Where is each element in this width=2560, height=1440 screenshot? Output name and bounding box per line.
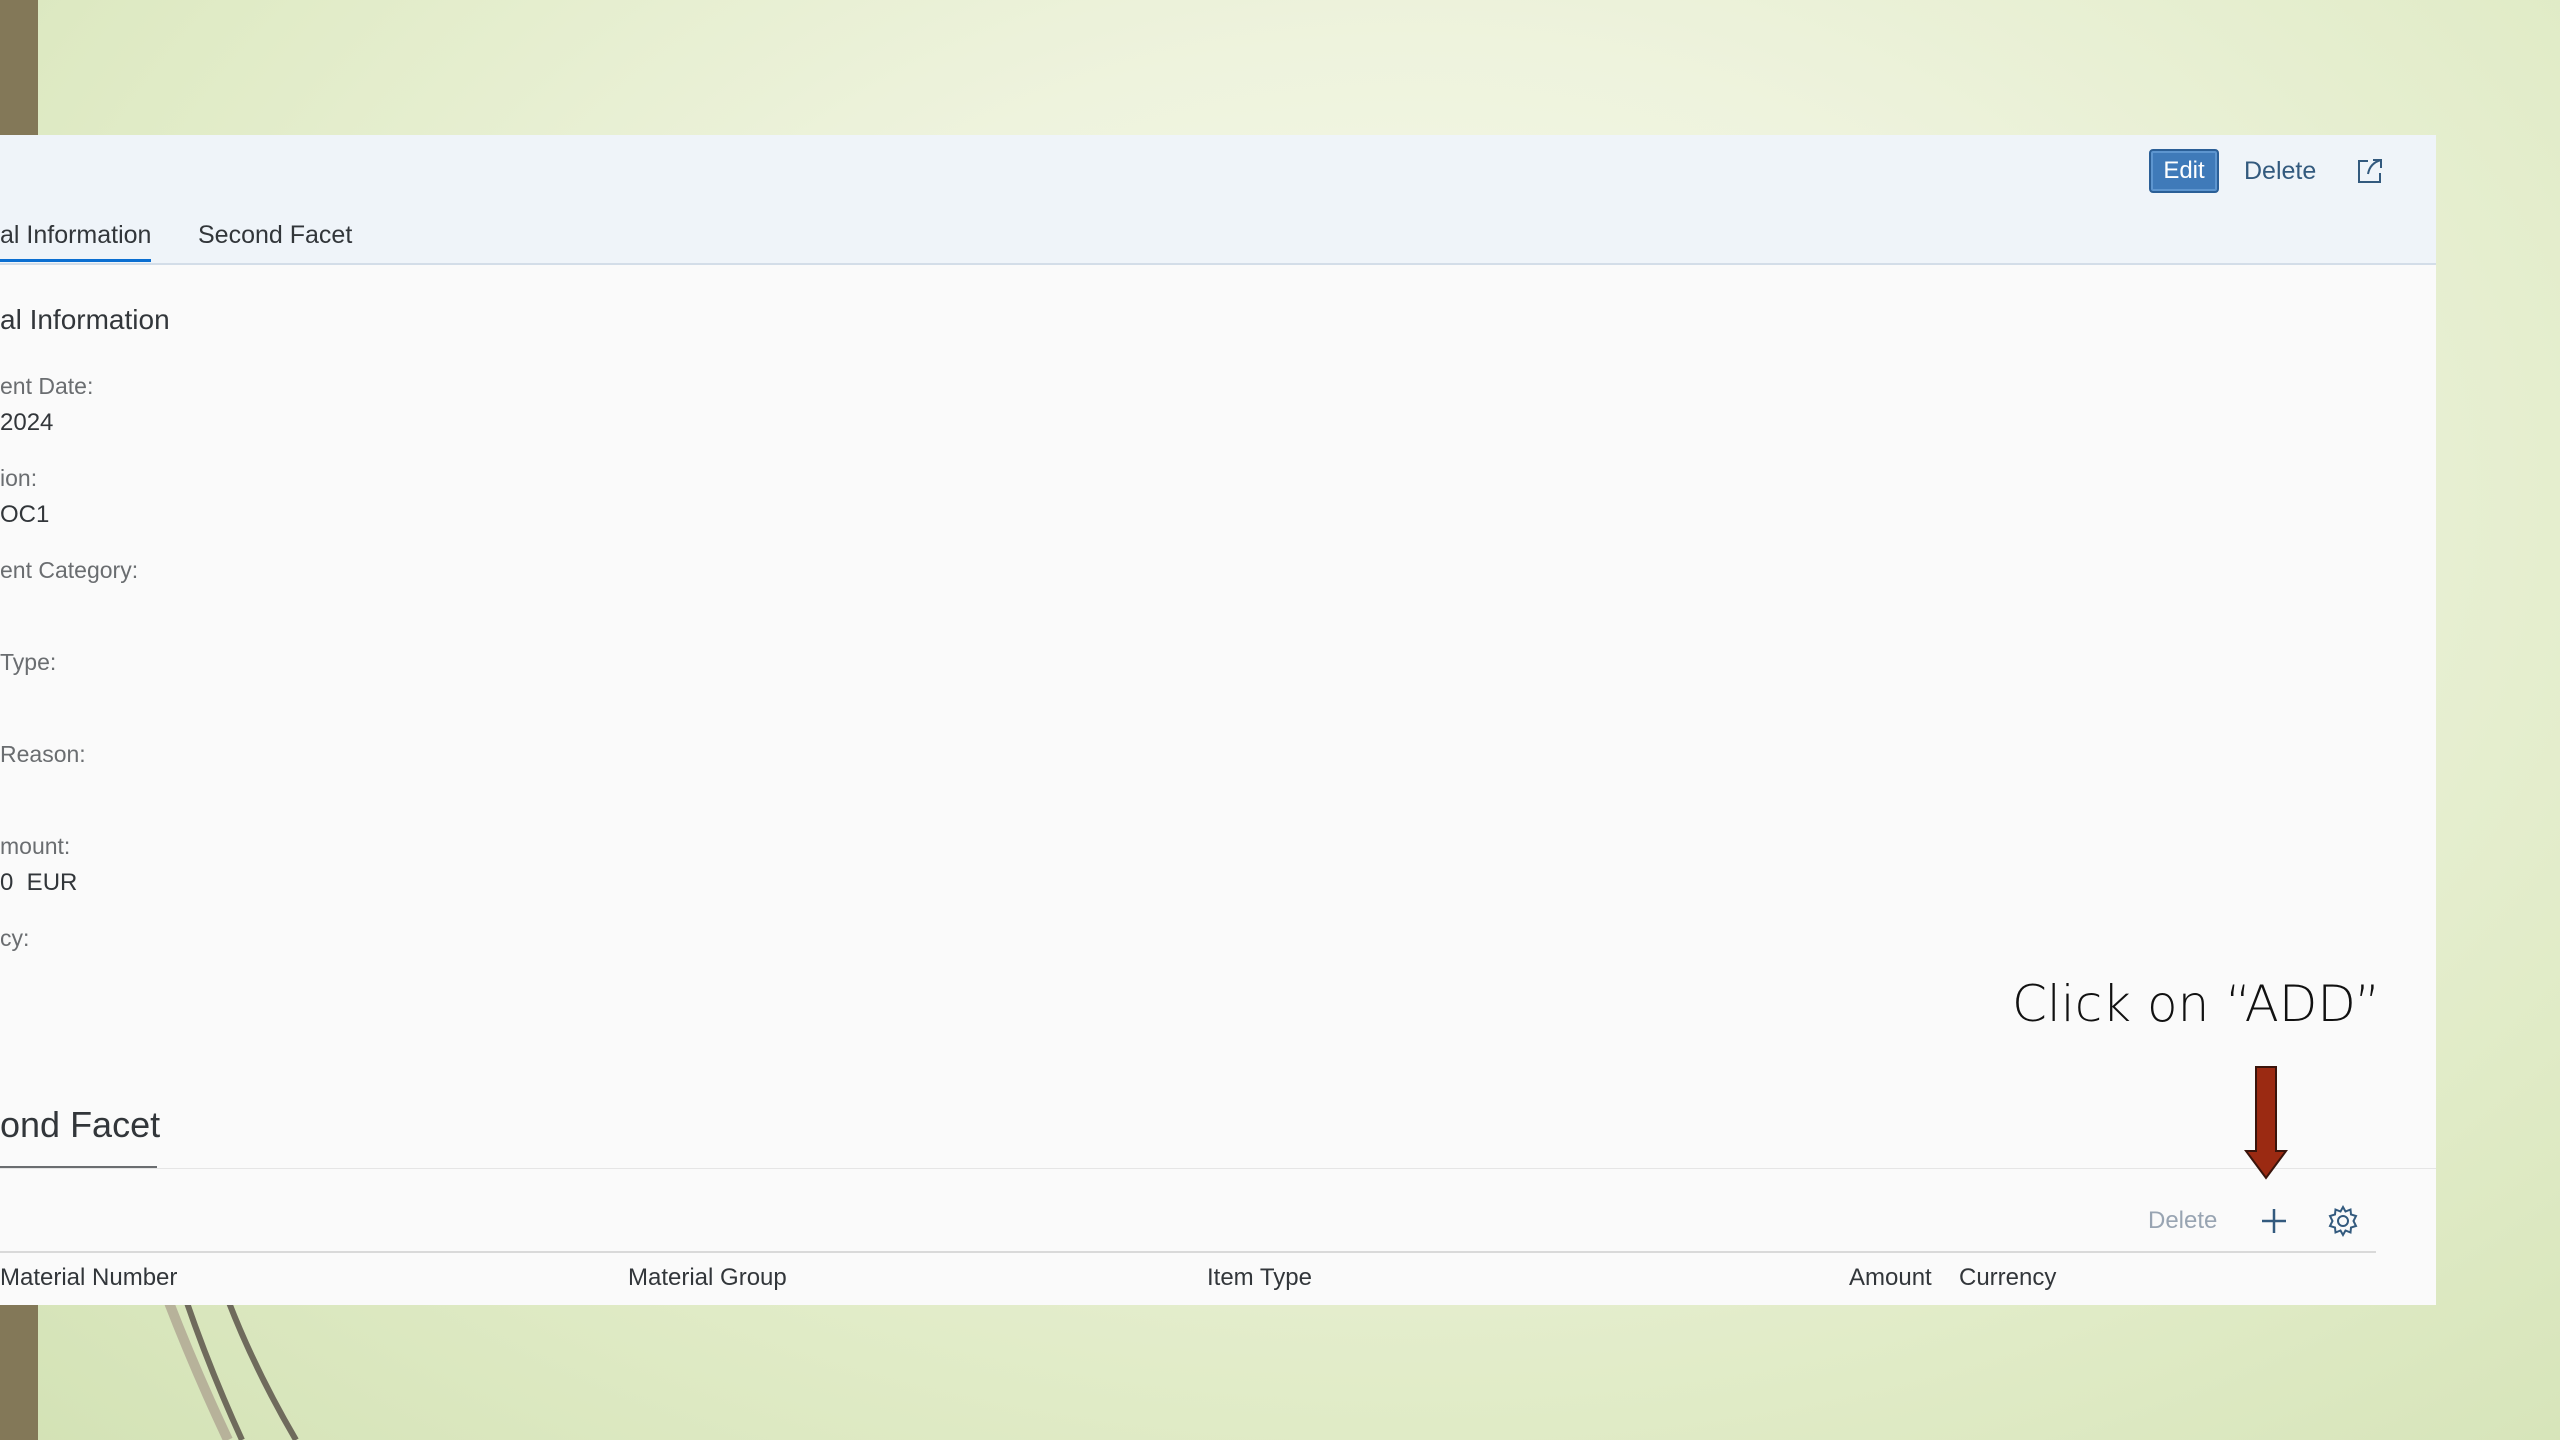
column-header-material-group[interactable]: Material Group	[628, 1263, 787, 1293]
field-label: mount:	[0, 833, 71, 859]
column-header-item-type[interactable]: Item Type	[1207, 1263, 1312, 1293]
field-label: ent Date:	[0, 373, 94, 399]
field-label: ent Category:	[0, 557, 139, 583]
field-label: Reason:	[0, 741, 86, 767]
field-label: ion:	[0, 465, 38, 491]
tab-label: al Information	[0, 221, 152, 249]
share-icon[interactable]	[2354, 155, 2386, 187]
delete-button[interactable]: Delete	[2244, 153, 2316, 189]
add-icon[interactable]	[2258, 1205, 2290, 1237]
column-header-currency[interactable]: Currency	[1959, 1263, 2056, 1293]
table-delete-button[interactable]: Delete	[2148, 1206, 2217, 1236]
field-value: OC1	[0, 501, 50, 528]
object-page-header: Edit Delete al Information Second Facet	[0, 135, 2436, 265]
tab-label: Second Facet	[198, 221, 353, 249]
edit-button[interactable]: Edit	[2149, 149, 2219, 193]
section-divider	[0, 1168, 2436, 1169]
field-value: 0 EUR	[0, 869, 78, 896]
field-value: 2024	[0, 409, 54, 436]
decorative-lines	[163, 1300, 299, 1440]
active-tab-indicator	[0, 259, 152, 262]
table-header-divider	[0, 1251, 2376, 1253]
column-header-material-number[interactable]: Material Number	[0, 1263, 177, 1293]
field-label: Type:	[0, 649, 57, 675]
field-label: cy:	[0, 925, 30, 951]
section-title-second-facet: ond Facet	[0, 1104, 161, 1145]
arrow-down-icon	[2244, 1066, 2288, 1180]
gear-icon[interactable]	[2326, 1204, 2360, 1238]
column-header-amount[interactable]: Amount	[1849, 1263, 1932, 1293]
tab-general-information[interactable]: al Information	[0, 220, 152, 262]
tutorial-annotation-text: Click on “ADD”	[2012, 975, 2381, 1033]
section-title-general: al Information	[0, 304, 170, 335]
object-page-panel: Edit Delete al Information Second Facet …	[0, 135, 2436, 1305]
tab-second-facet[interactable]: Second Facet	[198, 220, 352, 250]
